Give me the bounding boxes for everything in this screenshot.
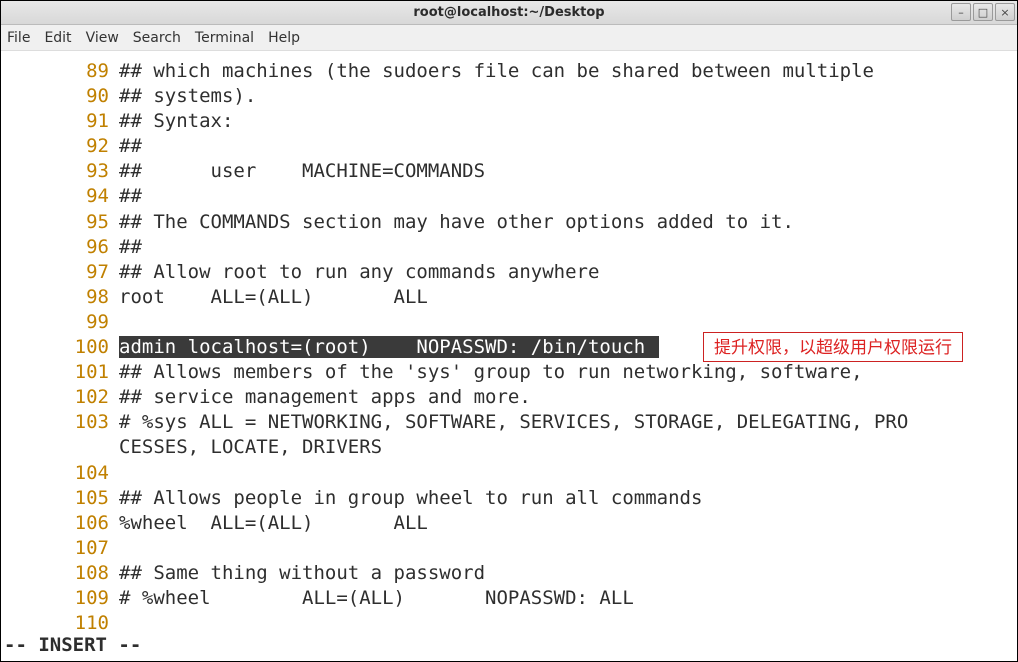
code-line: 109# %wheel ALL=(ALL) NOPASSWD: ALL bbox=[1, 586, 1017, 611]
line-number: 110 bbox=[1, 611, 119, 636]
line-number: 94 bbox=[1, 184, 119, 209]
line-number: 108 bbox=[1, 561, 119, 586]
line-number: 106 bbox=[1, 511, 119, 536]
line-text: admin localhost=(root) NOPASSWD: /bin/to… bbox=[119, 335, 659, 360]
line-text: ## Allows people in group wheel to run a… bbox=[119, 486, 702, 511]
menu-view[interactable]: View bbox=[86, 30, 119, 46]
highlighted-text: admin localhost=(root) NOPASSWD: /bin/to… bbox=[119, 336, 659, 358]
code-line: 91## Syntax: bbox=[1, 109, 1017, 134]
code-line: 104 bbox=[1, 461, 1017, 486]
line-number: 93 bbox=[1, 159, 119, 184]
window-controls: – □ × bbox=[951, 3, 1015, 21]
minimize-icon: – bbox=[958, 6, 964, 19]
line-number: 95 bbox=[1, 210, 119, 235]
line-number: 107 bbox=[1, 536, 119, 561]
code-line: 94## bbox=[1, 184, 1017, 209]
menu-bar: File Edit View Search Terminal Help bbox=[1, 25, 1017, 51]
line-text: ## service management apps and more. bbox=[119, 385, 531, 410]
line-text: root ALL=(ALL) ALL bbox=[119, 285, 428, 310]
line-text: ## Syntax: bbox=[119, 109, 233, 134]
line-text: ## systems). bbox=[119, 84, 256, 109]
line-text: ## bbox=[119, 184, 142, 209]
line-text: ## Same thing without a password bbox=[119, 561, 485, 586]
code-line: 106%wheel ALL=(ALL) ALL bbox=[1, 511, 1017, 536]
maximize-icon: □ bbox=[978, 6, 988, 19]
code-line: 89## which machines (the sudoers file ca… bbox=[1, 59, 1017, 84]
window-title: root@localhost:~/Desktop bbox=[413, 5, 604, 20]
code-line: 108## Same thing without a password bbox=[1, 561, 1017, 586]
code-line: 98root ALL=(ALL) ALL bbox=[1, 285, 1017, 310]
code-line: 100admin localhost=(root) NOPASSWD: /bin… bbox=[1, 335, 1017, 360]
code-line: 101## Allows members of the 'sys' group … bbox=[1, 360, 1017, 385]
line-number bbox=[1, 435, 119, 460]
vim-status-line: -- INSERT -- bbox=[4, 634, 141, 656]
code-line: CESSES, LOCATE, DRIVERS bbox=[1, 435, 1017, 460]
line-number: 92 bbox=[1, 134, 119, 159]
line-number: 91 bbox=[1, 109, 119, 134]
close-icon: × bbox=[1000, 6, 1009, 19]
line-text: CESSES, LOCATE, DRIVERS bbox=[119, 435, 382, 460]
menu-terminal[interactable]: Terminal bbox=[195, 30, 254, 46]
close-button[interactable]: × bbox=[995, 3, 1015, 21]
line-text: ## bbox=[119, 235, 142, 260]
code-line: 90## systems). bbox=[1, 84, 1017, 109]
line-text: ## bbox=[119, 134, 142, 159]
code-line: 95## The COMMANDS section may have other… bbox=[1, 210, 1017, 235]
code-line: 107 bbox=[1, 536, 1017, 561]
code-line: 93## user MACHINE=COMMANDS bbox=[1, 159, 1017, 184]
line-number: 98 bbox=[1, 285, 119, 310]
line-text: ## user MACHINE=COMMANDS bbox=[119, 159, 485, 184]
code-line: 92## bbox=[1, 134, 1017, 159]
code-line: 102## service management apps and more. bbox=[1, 385, 1017, 410]
line-number: 99 bbox=[1, 310, 119, 335]
line-number: 90 bbox=[1, 84, 119, 109]
code-line: 103# %sys ALL = NETWORKING, SOFTWARE, SE… bbox=[1, 410, 1017, 435]
line-number: 97 bbox=[1, 260, 119, 285]
line-text: ## Allows members of the 'sys' group to … bbox=[119, 360, 863, 385]
code-line: 97## Allow root to run any commands anyw… bbox=[1, 260, 1017, 285]
menu-search[interactable]: Search bbox=[133, 30, 181, 46]
line-number: 103 bbox=[1, 410, 119, 435]
annotation-box: 提升权限，以超级用户权限运行 bbox=[703, 332, 963, 362]
line-number: 102 bbox=[1, 385, 119, 410]
line-text: ## Allow root to run any commands anywhe… bbox=[119, 260, 599, 285]
editor-area[interactable]: 89## which machines (the sudoers file ca… bbox=[1, 51, 1017, 636]
line-number: 100 bbox=[1, 335, 119, 360]
maximize-button[interactable]: □ bbox=[973, 3, 993, 21]
code-line: 110 bbox=[1, 611, 1017, 636]
code-line: 105## Allows people in group wheel to ru… bbox=[1, 486, 1017, 511]
line-number: 101 bbox=[1, 360, 119, 385]
code-line: 96## bbox=[1, 235, 1017, 260]
menu-help[interactable]: Help bbox=[268, 30, 300, 46]
line-text: # %sys ALL = NETWORKING, SOFTWARE, SERVI… bbox=[119, 410, 908, 435]
line-number: 89 bbox=[1, 59, 119, 84]
line-number: 109 bbox=[1, 586, 119, 611]
line-text: ## The COMMANDS section may have other o… bbox=[119, 210, 794, 235]
menu-file[interactable]: File bbox=[7, 30, 30, 46]
line-text: ## which machines (the sudoers file can … bbox=[119, 59, 874, 84]
line-text: # %wheel ALL=(ALL) NOPASSWD: ALL bbox=[119, 586, 634, 611]
line-number: 105 bbox=[1, 486, 119, 511]
line-number: 104 bbox=[1, 461, 119, 486]
line-text: %wheel ALL=(ALL) ALL bbox=[119, 511, 428, 536]
minimize-button[interactable]: – bbox=[951, 3, 971, 21]
window-titlebar: root@localhost:~/Desktop – □ × bbox=[1, 1, 1017, 25]
line-number: 96 bbox=[1, 235, 119, 260]
menu-edit[interactable]: Edit bbox=[44, 30, 71, 46]
